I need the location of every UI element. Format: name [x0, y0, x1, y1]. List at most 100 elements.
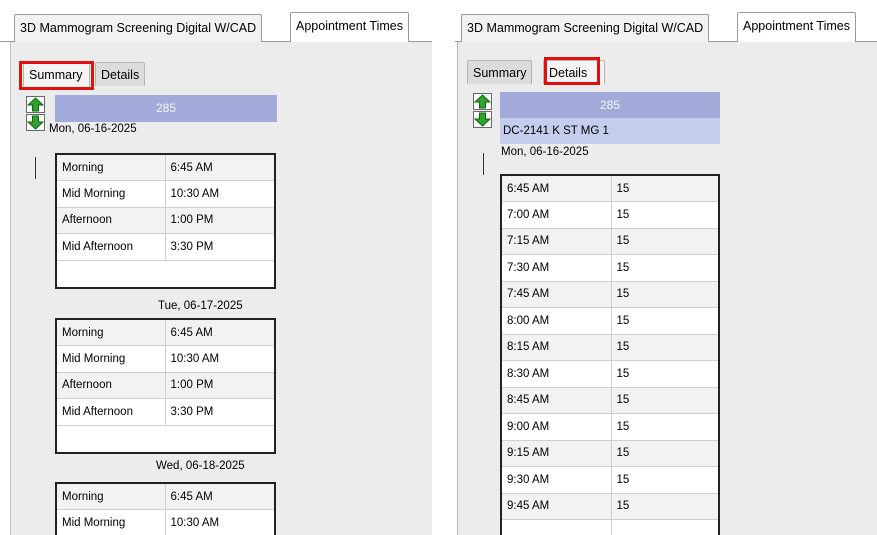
duration-cell: 15: [610, 307, 720, 335]
scroll-down-button[interactable]: [26, 114, 45, 131]
tab-details[interactable]: Details: [95, 62, 146, 86]
time-cell: 3:30 PM: [164, 233, 276, 261]
details-table: 6:45 AM 15 7:00 AM 15 7:15 AM 15 7:30 AM 15 …: [500, 174, 720, 535]
row-marker: [483, 153, 484, 175]
day-date-label: Tue, 06-17-2025: [158, 300, 243, 312]
table-row[interactable]: 8:15 AM 15: [500, 333, 720, 361]
table-row[interactable]: 9:00 AM 15: [500, 413, 720, 441]
day-date-label: Mon, 06-16-2025: [501, 146, 589, 158]
row-marker: [35, 157, 36, 179]
duration-cell: 15: [610, 333, 720, 361]
table-row[interactable]: Mid Morning 10:30 AM: [55, 509, 276, 535]
day-date-label: Wed, 06-18-2025: [156, 460, 245, 472]
period-cell: Mid Morning: [55, 180, 166, 208]
tab-procedure[interactable]: 3D Mammogram Screening Digital W/CAD: [461, 14, 710, 42]
period-cell: Mid Afternoon: [55, 233, 166, 261]
calendar-header: 285: [55, 95, 277, 122]
outer-tab-bar: 3D Mammogram Screening Digital W/CAD App…: [0, 0, 432, 42]
period-cell: Mid Afternoon: [55, 398, 166, 426]
duration-cell: 15: [610, 280, 720, 308]
summary-table-day-1: Morning 6:45 AM Mid Morning 10:30 AM After…: [55, 153, 276, 289]
summary-table-day-3: Morning 6:45 AM Mid Morning 10:30 AM: [55, 482, 276, 535]
tab-summary[interactable]: Summary: [23, 62, 90, 86]
green-down-arrow-icon: [474, 112, 491, 127]
time-cell: 10:30 AM: [164, 509, 276, 535]
time-cell: 8:45 AM: [500, 386, 612, 414]
table-row[interactable]: 7:45 AM 15: [500, 280, 720, 308]
scroll-up-button[interactable]: [26, 96, 45, 113]
table-row[interactable]: 7:30 AM 15: [500, 254, 720, 282]
time-cell: 7:15 AM: [500, 227, 612, 255]
time-cell: 7:45 AM: [500, 280, 612, 308]
table-row[interactable]: Afternoon 1:00 PM: [55, 206, 276, 234]
period-cell: Morning: [55, 318, 166, 346]
time-cell: 9:15 AM: [500, 439, 612, 467]
green-up-arrow-icon: [27, 97, 44, 112]
duration-cell: 15: [610, 466, 720, 494]
summary-panel: 3D Mammogram Screening Digital W/CAD App…: [0, 0, 432, 535]
duration-cell: 15: [610, 174, 720, 202]
period-cell: Mid Morning: [55, 345, 166, 373]
scroll-down-button[interactable]: [473, 111, 492, 128]
green-down-arrow-icon: [27, 115, 44, 130]
location-row[interactable]: DC-2141 K ST MG 1: [500, 118, 720, 144]
duration-cell: 15: [610, 254, 720, 282]
tab-details[interactable]: Details: [543, 60, 605, 84]
time-cell: 10:30 AM: [164, 180, 276, 208]
table-row[interactable]: 7:15 AM 15: [500, 227, 720, 255]
period-cell: Morning: [55, 153, 166, 181]
table-row[interactable]: Mid Morning 10:30 AM: [55, 180, 276, 208]
time-cell: 9:45 AM: [500, 492, 612, 520]
time-cell: 9:00 AM: [500, 413, 612, 441]
calendar-header: 285: [500, 92, 720, 119]
tab-appointment-times[interactable]: Appointment Times: [737, 12, 856, 42]
duration-cell: 15: [610, 413, 720, 441]
summary-table-day-2: Morning 6:45 AM Mid Morning 10:30 AM After…: [55, 318, 276, 454]
table-row[interactable]: 8:00 AM 15: [500, 307, 720, 335]
time-cell: 8:15 AM: [500, 333, 612, 361]
time-cell: 1:00 PM: [164, 371, 276, 399]
table-row[interactable]: 9:30 AM 15: [500, 466, 720, 494]
outer-tab-bar: 3D Mammogram Screening Digital W/CAD App…: [455, 0, 877, 42]
table-row[interactable]: Mid Afternoon 3:30 PM: [55, 233, 276, 261]
table-row[interactable]: 8:30 AM 15: [500, 360, 720, 388]
table-row[interactable]: Morning 6:45 AM: [55, 482, 276, 510]
time-cell: 6:45 AM: [500, 174, 612, 202]
tab-procedure[interactable]: 3D Mammogram Screening Digital W/CAD: [14, 14, 263, 42]
time-cell: 7:00 AM: [500, 201, 612, 229]
table-row[interactable]: 8:45 AM 15: [500, 386, 720, 414]
period-cell: Afternoon: [55, 206, 166, 234]
green-up-arrow-icon: [474, 94, 491, 109]
time-cell: 6:45 AM: [164, 482, 276, 510]
details-panel: 3D Mammogram Screening Digital W/CAD App…: [455, 0, 877, 535]
time-cell: 3:30 PM: [164, 398, 276, 426]
time-cell: 10:30 AM: [164, 345, 276, 373]
empty-row: [55, 424, 276, 454]
table-row[interactable]: Morning 6:45 AM: [55, 153, 276, 181]
time-cell: 8:00 AM: [500, 307, 612, 335]
table-row[interactable]: 9:15 AM 15: [500, 439, 720, 467]
time-cell: 6:45 AM: [164, 318, 276, 346]
table-row[interactable]: Morning 6:45 AM: [55, 318, 276, 346]
time-cell: 1:00 PM: [164, 206, 276, 234]
table-row[interactable]: 6:45 AM 15: [500, 174, 720, 202]
empty-row: [500, 519, 720, 535]
table-row[interactable]: Mid Morning 10:30 AM: [55, 345, 276, 373]
duration-cell: 15: [610, 492, 720, 520]
time-cell: 9:30 AM: [500, 466, 612, 494]
tab-appointment-times[interactable]: Appointment Times: [290, 12, 409, 42]
tab-summary[interactable]: Summary: [467, 60, 533, 84]
day-date-label: Mon, 06-16-2025: [49, 123, 137, 135]
table-row[interactable]: 9:45 AM 15: [500, 492, 720, 520]
time-cell: 7:30 AM: [500, 254, 612, 282]
period-cell: Morning: [55, 482, 166, 510]
table-row[interactable]: Afternoon 1:00 PM: [55, 371, 276, 399]
table-row[interactable]: 7:00 AM 15: [500, 201, 720, 229]
time-cell: 8:30 AM: [500, 360, 612, 388]
duration-cell: 15: [610, 439, 720, 467]
period-cell: Mid Morning: [55, 509, 166, 535]
table-row[interactable]: Mid Afternoon 3:30 PM: [55, 398, 276, 426]
scroll-up-button[interactable]: [473, 93, 492, 110]
duration-cell: 15: [610, 227, 720, 255]
duration-cell: 15: [610, 360, 720, 388]
